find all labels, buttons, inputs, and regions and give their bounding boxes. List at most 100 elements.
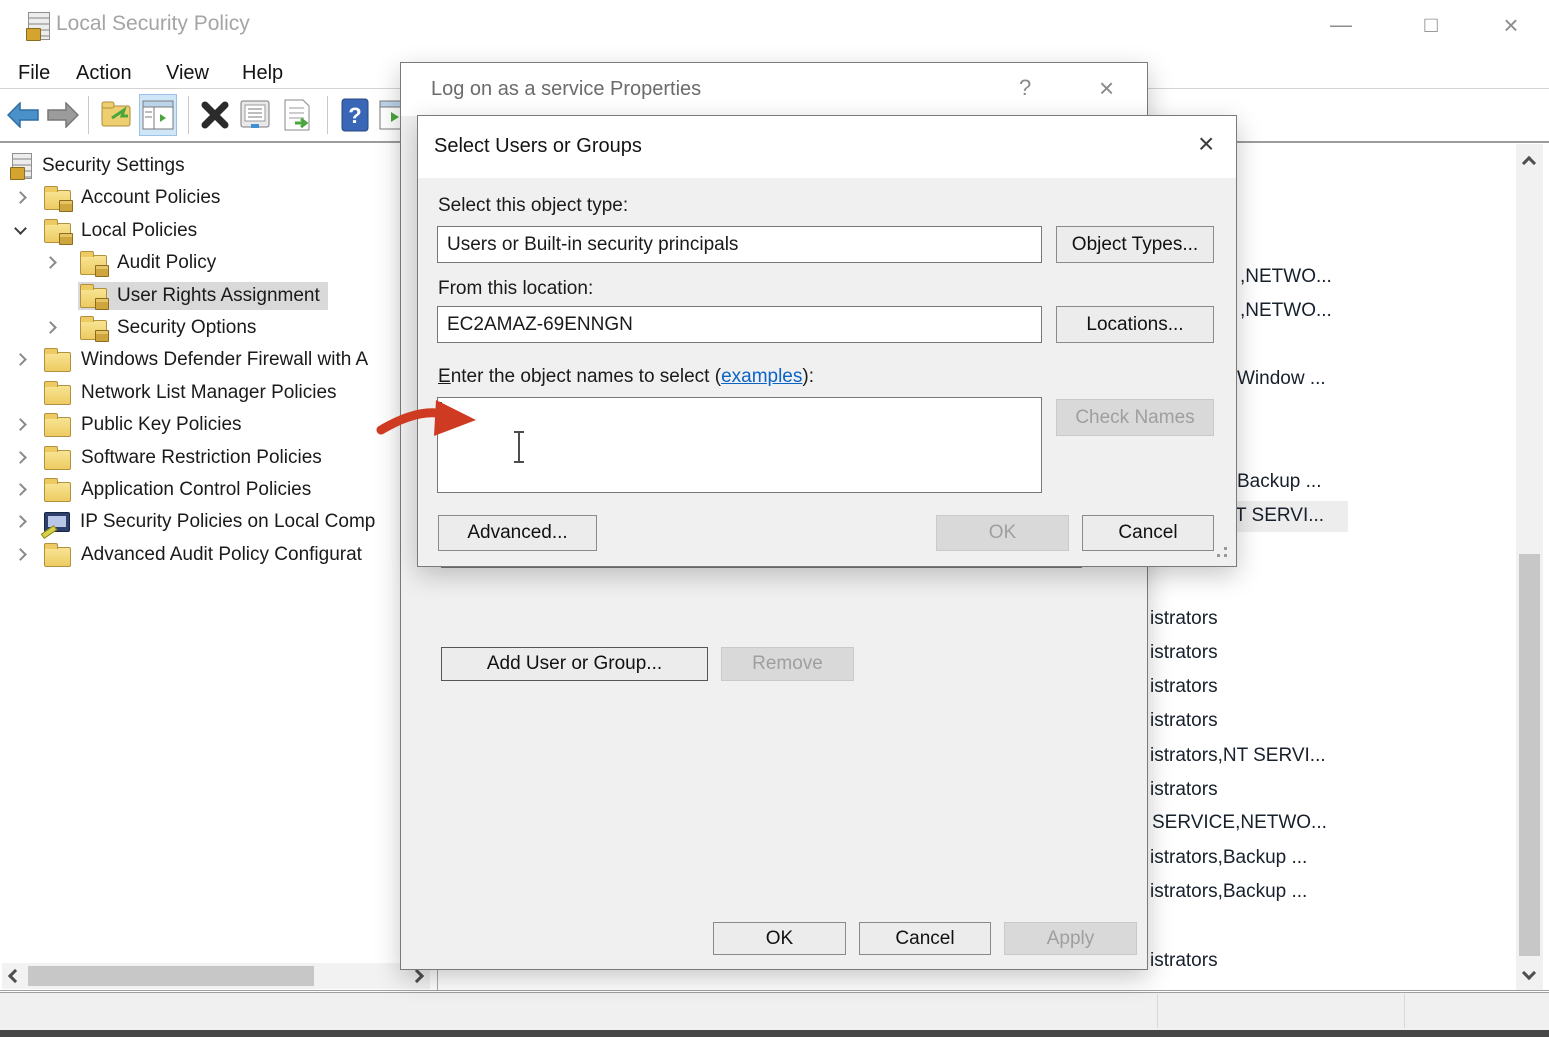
policy-row[interactable]: Backup ... [1237, 471, 1322, 493]
tree-item-local-policies[interactable]: Local Policies [0, 217, 436, 245]
tree-item-application-control-policies[interactable]: Application Control Policies [0, 476, 436, 504]
tree-item-label: Application Control Policies [81, 479, 311, 501]
list-scrollbar-thumb[interactable] [1519, 554, 1540, 956]
policy-row[interactable]: Window ... [1237, 368, 1326, 390]
tree-item-content[interactable]: Security Settings [10, 152, 193, 180]
text-cursor [511, 430, 527, 464]
examples-link[interactable]: examples [721, 366, 802, 387]
policy-row[interactable]: istrators [1150, 642, 1218, 664]
tree-item-content[interactable]: Application Control Policies [42, 476, 319, 504]
collapse-icon[interactable] [14, 222, 27, 235]
select-cancel-button[interactable]: Cancel [1082, 515, 1214, 551]
folder-icon [44, 352, 71, 372]
object-types-button[interactable]: Object Types... [1056, 226, 1214, 263]
location-field[interactable]: EC2AMAZ-69ENNGN [437, 306, 1042, 343]
expand-icon[interactable] [14, 353, 27, 366]
policy-row[interactable]: istrators,Backup ... [1150, 847, 1307, 869]
maximize-button[interactable]: □ [1408, 8, 1454, 42]
folder-lock-icon [80, 255, 107, 275]
tree-item-label: Advanced Audit Policy Configurat [81, 544, 362, 566]
minimize-button[interactable]: — [1318, 8, 1364, 42]
tree-item-content[interactable]: Advanced Audit Policy Configurat [42, 541, 370, 569]
policy-row[interactable]: istrators [1150, 676, 1218, 698]
policy-row[interactable]: istrators,Backup ... [1150, 881, 1307, 903]
tree-item-ip-security-policies-on-local-comp[interactable]: IP Security Policies on Local Comp [0, 508, 436, 536]
tree-item-label: Public Key Policies [81, 414, 242, 436]
select-dialog-close-icon[interactable]: × [1198, 128, 1214, 160]
tree-scrollbar-thumb[interactable] [28, 966, 314, 986]
select-dialog-titlebar[interactable]: Select Users or Groups × [418, 116, 1236, 178]
properties-cancel-button[interactable]: Cancel [859, 922, 991, 955]
properties-dialog-titlebar[interactable]: Log on as a service Properties ? × [401, 63, 1147, 116]
tree-item-security-settings[interactable]: Security Settings [0, 152, 436, 180]
scroll-right-icon[interactable] [410, 969, 424, 983]
advanced-button[interactable]: Advanced... [438, 515, 597, 551]
expand-icon[interactable] [44, 321, 57, 334]
expand-icon[interactable] [14, 191, 27, 204]
tree-item-content[interactable]: Software Restriction Policies [42, 444, 330, 472]
tree-item-label: Security Settings [42, 155, 185, 177]
locations-button[interactable]: Locations... [1056, 306, 1214, 343]
tree-item-user-rights-assignment[interactable]: User Rights Assignment [0, 282, 436, 310]
list-vertical-scrollbar[interactable] [1516, 144, 1543, 990]
tree-item-content[interactable]: Public Key Policies [42, 411, 250, 439]
tree-item-audit-policy[interactable]: Audit Policy [0, 249, 436, 277]
console-tree: Security Settings Account Policies Local P… [0, 0, 437, 990]
folder-icon [44, 547, 71, 567]
tree-item-windows-defender-firewall-with-a[interactable]: Windows Defender Firewall with A [0, 346, 436, 374]
tree-item-security-options[interactable]: Security Options [0, 314, 436, 342]
expand-icon[interactable] [44, 256, 57, 269]
tree-item-network-list-manager-policies[interactable]: Network List Manager Policies [0, 379, 436, 407]
expand-icon[interactable] [14, 418, 27, 431]
check-names-button[interactable]: Check Names [1056, 399, 1214, 436]
expand-icon[interactable] [14, 548, 27, 561]
scroll-up-icon[interactable] [1522, 156, 1536, 170]
scroll-left-icon[interactable] [8, 969, 22, 983]
scroll-down-icon[interactable] [1522, 966, 1536, 980]
properties-apply-button[interactable]: Apply [1004, 922, 1137, 955]
policy-row[interactable]: istrators [1150, 608, 1218, 630]
tree-item-content[interactable]: User Rights Assignment [78, 282, 328, 310]
folder-lock-icon [80, 288, 107, 308]
tree-item-content[interactable]: Network List Manager Policies [42, 379, 345, 407]
remove-button[interactable]: Remove [721, 647, 854, 681]
policy-row[interactable]: istrators,NT SERVI... [1150, 745, 1326, 767]
expand-icon[interactable] [14, 451, 27, 464]
policy-row[interactable]: SERVICE,NETWO... [1152, 812, 1327, 834]
policy-row[interactable]: ,NETWO... [1240, 266, 1332, 288]
tree-item-content[interactable]: Account Policies [42, 184, 228, 212]
tree-item-account-policies[interactable]: Account Policies [0, 184, 436, 212]
object-names-label: Enter the object names to select (exampl… [438, 366, 814, 388]
location-label: From this location: [438, 278, 593, 300]
tree-item-content[interactable]: Windows Defender Firewall with A [42, 346, 376, 374]
add-user-or-group-button[interactable]: Add User or Group... [441, 647, 708, 681]
expand-icon[interactable] [14, 483, 27, 496]
tree-item-content[interactable]: Security Options [78, 314, 264, 342]
folder-icon [44, 482, 71, 502]
object-names-textarea[interactable] [437, 397, 1042, 493]
folder-icon [44, 385, 71, 405]
tree-item-public-key-policies[interactable]: Public Key Policies [0, 411, 436, 439]
object-type-field[interactable]: Users or Built-in security principals [437, 226, 1042, 263]
policy-row[interactable]: istrators [1150, 950, 1218, 972]
tree-item-advanced-audit-policy-configurat[interactable]: Advanced Audit Policy Configurat [0, 541, 436, 569]
select-ok-button[interactable]: OK [936, 515, 1069, 551]
tree-item-label: Audit Policy [117, 252, 216, 274]
properties-dialog-close-icon[interactable]: × [1099, 73, 1114, 104]
local-security-policy-window: Local Security Policy — □ × File Action … [0, 0, 1549, 1037]
tree-item-content[interactable]: Audit Policy [78, 249, 224, 277]
expand-icon[interactable] [14, 515, 27, 528]
policy-row[interactable]: istrators [1150, 779, 1218, 801]
tree-item-software-restriction-policies[interactable]: Software Restriction Policies [0, 444, 436, 472]
select-users-or-groups-dialog: Select Users or Groups × Select this obj… [417, 115, 1237, 567]
policy-row[interactable]: ,NETWO... [1240, 300, 1332, 322]
close-button[interactable]: × [1488, 8, 1534, 42]
tree-item-label: Software Restriction Policies [81, 447, 322, 469]
dialog-help-icon[interactable]: ? [1019, 75, 1031, 101]
policy-row[interactable]: istrators [1150, 710, 1218, 732]
tree-item-content[interactable]: IP Security Policies on Local Comp [42, 508, 383, 536]
tree-item-content[interactable]: Local Policies [42, 217, 205, 245]
policy-row[interactable]: T SERVI... [1235, 505, 1324, 527]
properties-ok-button[interactable]: OK [713, 922, 846, 955]
tree-horizontal-scrollbar[interactable] [2, 963, 430, 989]
